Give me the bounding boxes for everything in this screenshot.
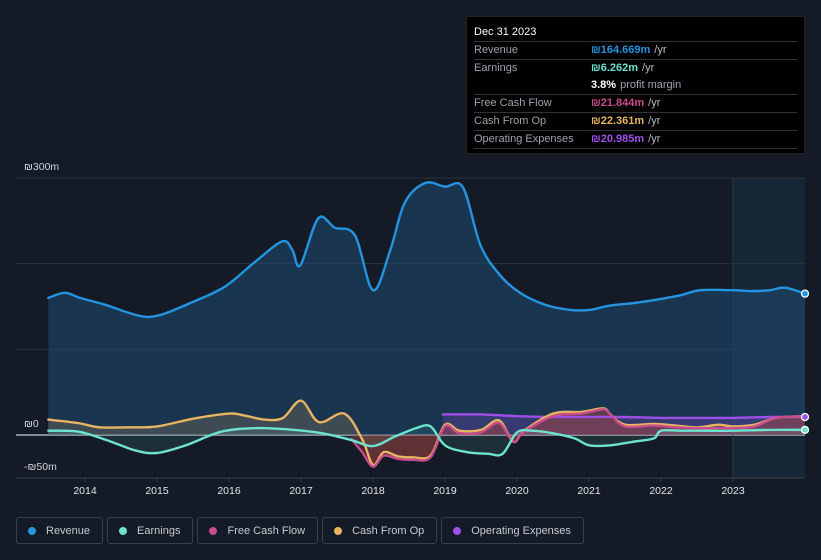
x-axis: 2014 2015 2016 2017 2018 2019 2020 2021 2022 2023 (73, 478, 745, 497)
tooltip-unit: /yr (648, 97, 661, 109)
tooltip-unit: /yr (648, 115, 661, 127)
x-tick-label: 2016 (217, 485, 241, 497)
tooltip-label: Revenue (474, 44, 519, 56)
tooltip-row-profit-margin: 3.8% profit margin (474, 77, 797, 95)
x-tick-label: 2019 (433, 485, 457, 497)
earnings-endpoint[interactable] (800, 425, 810, 435)
x-tick-label: 2018 (361, 485, 385, 497)
tooltip-label: Operating Expenses (474, 133, 574, 145)
tooltip-label: Free Cash Flow (474, 97, 552, 109)
legend-label: Cash From Op (352, 524, 425, 537)
operating-expenses-endpoint[interactable] (800, 412, 810, 422)
x-tick-label: 2020 (505, 485, 529, 497)
tooltip-row-operating-expenses: Operating Expenses ₪20.985m /yr (474, 131, 797, 149)
tooltip-unit: /yr (654, 44, 667, 56)
tooltip-value: ₪21.844m (591, 97, 645, 109)
tooltip-label: Cash From Op (474, 115, 547, 127)
tooltip-value: ₪6.262m (591, 62, 639, 74)
x-tick-label: 2023 (721, 485, 745, 497)
legend-dot-icon (334, 526, 343, 535)
x-tick-label: 2015 (145, 485, 169, 497)
legend-dot-icon (209, 526, 218, 535)
profit-margin-label: profit margin (620, 79, 682, 91)
legend-item-cash-from-op[interactable]: Cash From Op (322, 517, 438, 544)
tooltip-label: Earnings (474, 62, 518, 74)
tooltip-value: ₪164.669m (591, 44, 651, 56)
legend-label: Free Cash Flow (227, 524, 306, 537)
tooltip-unit: /yr (642, 62, 655, 74)
x-tick-label: 2017 (289, 485, 313, 497)
legend-dot-icon (453, 526, 462, 535)
legend-item-free-cash-flow[interactable]: Free Cash Flow (197, 517, 319, 544)
profit-margin-value: 3.8% (591, 79, 617, 91)
tooltip-value: ₪22.361m (591, 115, 645, 127)
legend: Revenue Earnings Free Cash Flow Cash Fro… (16, 517, 584, 544)
revenue-area (48, 182, 806, 435)
legend-dot-icon (28, 526, 36, 535)
y-tick-label: ₪0 (24, 418, 39, 430)
tooltip-row-cash-from-op: Cash From Op ₪22.361m /yr (474, 113, 797, 131)
y-tick-label: -₪50m (24, 461, 57, 473)
y-tick-label: ₪300m (24, 161, 59, 173)
legend-label: Operating Expenses (471, 524, 571, 537)
tooltip-panel: Dec 31 2023 Revenue ₪164.669m /yr Earnin… (466, 16, 805, 154)
x-tick-label: 2022 (649, 485, 673, 497)
legend-label: Revenue (46, 524, 91, 537)
x-tick-label: 2014 (73, 485, 97, 497)
revenue-endpoint[interactable] (800, 289, 810, 298)
legend-dot-icon (119, 526, 128, 535)
tooltip-row-revenue: Revenue ₪164.669m /yr (474, 42, 797, 60)
legend-item-earnings[interactable]: Earnings (107, 517, 194, 544)
tooltip-row-free-cash-flow: Free Cash Flow ₪21.844m /yr (474, 95, 797, 113)
x-tick-label: 2021 (577, 485, 601, 497)
tooltip-unit: /yr (648, 133, 661, 145)
legend-item-operating-expenses[interactable]: Operating Expenses (441, 517, 584, 544)
tooltip-date: Dec 31 2023 (474, 23, 797, 42)
tooltip-row-earnings: Earnings ₪6.262m /yr (474, 60, 797, 77)
legend-item-revenue[interactable]: Revenue (16, 517, 104, 544)
tooltip-label (474, 77, 591, 94)
legend-label: Earnings (137, 524, 181, 537)
tooltip-value: ₪20.985m (591, 133, 645, 145)
